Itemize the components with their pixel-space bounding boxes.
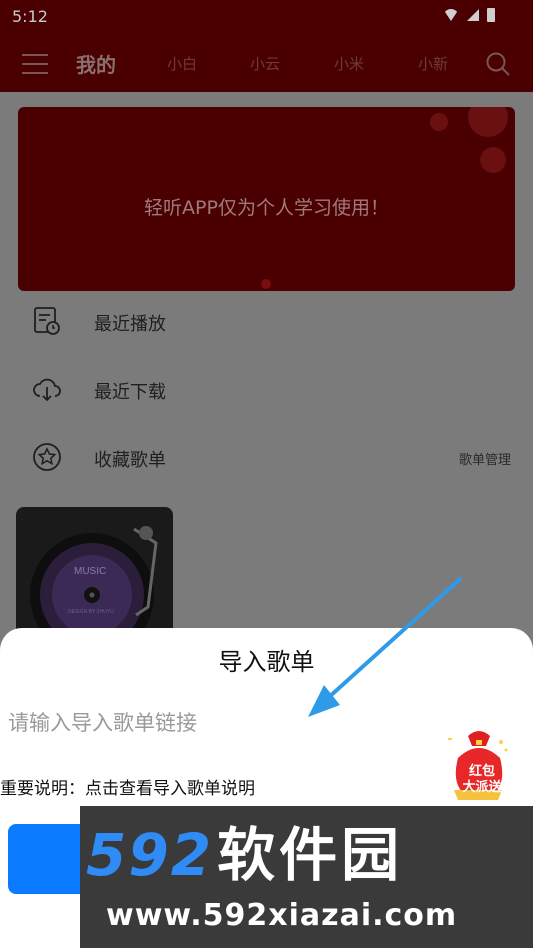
- status-bar: 5:12: [0, 0, 533, 36]
- red-envelope-label: 红包 大派送: [452, 764, 512, 796]
- hamburger-menu-icon[interactable]: [22, 54, 48, 74]
- carousel-indicator: [261, 279, 271, 289]
- watermark-number: 592: [86, 821, 214, 889]
- tab-xiaoxin[interactable]: 小新: [418, 53, 448, 74]
- tab-xiaobai[interactable]: 小白: [167, 53, 197, 74]
- recent-play-icon: [34, 307, 60, 335]
- star-icon: [33, 443, 61, 471]
- promo-banner[interactable]: 轻听APP仅为个人学习使用！: [18, 107, 515, 291]
- menu-item-label: 最近播放: [94, 314, 166, 335]
- menu-item-recent-play[interactable]: 最近播放: [0, 292, 533, 352]
- red-envelope-line2: 大派送: [462, 780, 502, 795]
- red-envelope-ad[interactable]: 红包 大派送: [446, 728, 512, 802]
- signal-icon: [467, 9, 479, 21]
- notice-prefix: 重要说明：: [0, 779, 85, 799]
- tab-xiaomi[interactable]: 小米: [334, 53, 364, 74]
- playlist-link-input[interactable]: [8, 700, 408, 746]
- blossom-decoration: [468, 107, 508, 137]
- watermark-brand: 592软件园: [86, 820, 403, 890]
- playlist-album-card[interactable]: MUSIC DESIGN BY ZHUYU: [16, 507, 173, 637]
- cloud-download-icon: [33, 378, 61, 402]
- dialog-title: 导入歌单: [218, 648, 315, 676]
- app-bar: 我的 小白 小云 小米 小新: [0, 36, 533, 92]
- import-notice: 重要说明：点击查看导入歌单说明: [0, 774, 255, 799]
- album-title: MUSIC: [74, 566, 106, 577]
- blossom-decoration: [430, 113, 448, 131]
- watermark-banner: 592软件园 www.592xiazai.com: [80, 806, 533, 948]
- vinyl-record-icon: MUSIC DESIGN BY ZHUYU: [30, 526, 158, 637]
- status-time: 5:12: [12, 7, 48, 26]
- tab-xiaoyun[interactable]: 小云: [250, 53, 280, 74]
- menu-item-favorite-playlists[interactable]: 收藏歌单 歌单管理: [0, 428, 533, 488]
- album-subtitle: DESIGN BY ZHUYU: [68, 609, 114, 615]
- red-envelope-line1: 红包: [468, 764, 495, 779]
- menu-item-label: 最近下载: [94, 382, 166, 403]
- battery-icon: [487, 8, 495, 22]
- menu-item-label: 收藏歌单: [94, 450, 166, 471]
- banner-text: 轻听APP仅为个人学习使用！: [144, 197, 389, 219]
- search-icon[interactable]: [485, 51, 511, 77]
- watermark-name: 软件园: [217, 821, 404, 889]
- status-icons: [443, 8, 495, 22]
- import-help-link[interactable]: 点击查看导入歌单说明: [85, 779, 255, 799]
- menu-item-recent-download[interactable]: 最近下载: [0, 360, 533, 420]
- blossom-decoration: [480, 147, 506, 173]
- watermark-url: www.592xiazai.com: [106, 898, 458, 933]
- playlist-manage-link[interactable]: 歌单管理: [459, 449, 511, 468]
- wifi-icon: [443, 9, 459, 21]
- tab-mine[interactable]: 我的: [76, 49, 116, 78]
